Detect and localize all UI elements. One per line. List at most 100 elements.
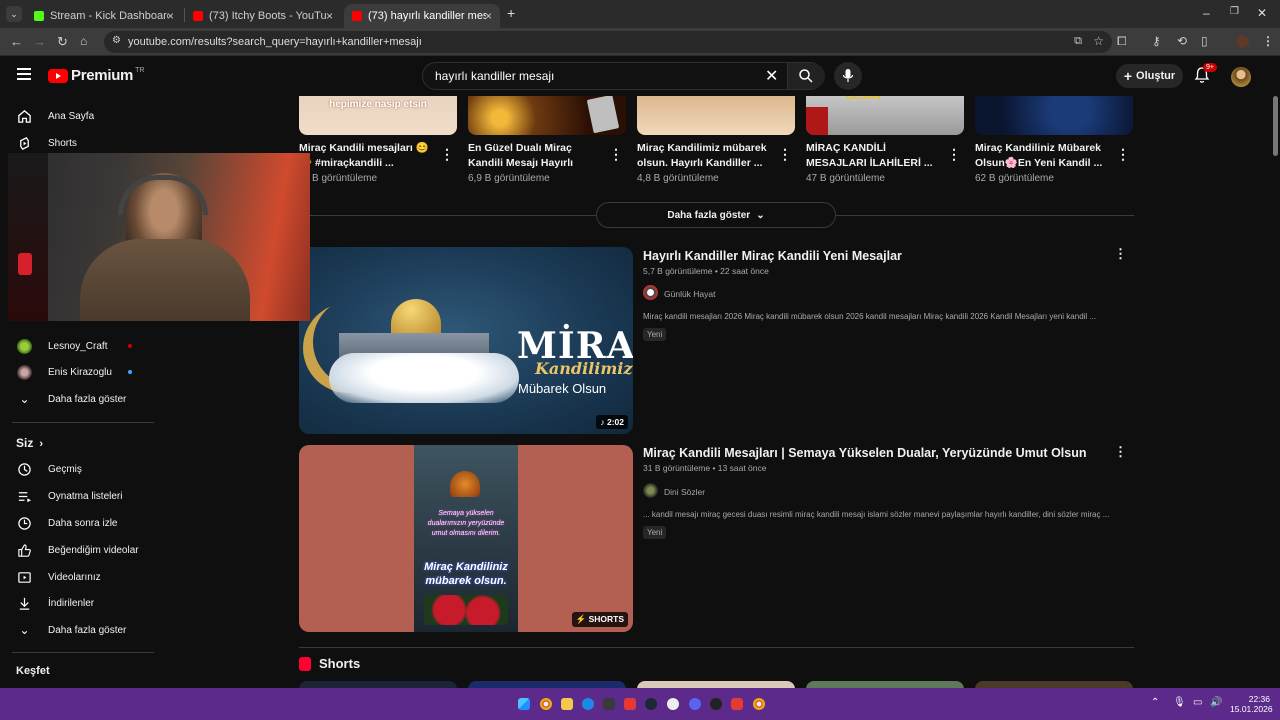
account-avatar[interactable] [1231, 67, 1251, 87]
forward-icon[interactable]: → [33, 34, 46, 49]
short-thumbnail[interactable] [299, 681, 457, 688]
history-browser-icon[interactable]: ⟲ [1177, 34, 1187, 48]
card-title[interactable]: En Güzel Dualı Miraç Kandili Mesajı Hayı… [468, 141, 598, 171]
store-icon[interactable] [603, 698, 615, 710]
card-menu-icon[interactable]: ⋮ [947, 146, 961, 163]
card-title[interactable]: Miraç Kandilimiz mübarek olsun. Hayırlı … [637, 141, 767, 171]
card-title[interactable]: Miraç Kandiliniz Mübarek Olsun🌸En Yeni K… [975, 141, 1105, 171]
sidebar-item-sub-enis[interactable]: Enis Kirazoglu [0, 359, 160, 385]
channel-avatar[interactable] [643, 285, 658, 300]
profile-avatar[interactable] [1236, 35, 1249, 48]
install-app-icon[interactable]: ⧉ [1074, 35, 1082, 48]
tab-kick-dashboard[interactable]: Stream - Kick Dashboard × [26, 4, 182, 28]
card-menu-icon[interactable]: ⋮ [778, 146, 792, 163]
sidebar-section-you[interactable]: Siz › [16, 436, 43, 450]
sidebar-label: Lesnoy_Craft [48, 340, 108, 352]
extensions-icon[interactable]: ⧠ [1117, 34, 1127, 49]
card-thumbnail[interactable]: hepimize nasip etsin [299, 93, 457, 135]
sidebar-item-downloads[interactable]: İndirilenler [0, 590, 160, 616]
voice-search-button[interactable] [834, 62, 862, 90]
tray-monitor-icon[interactable]: ▭ [1193, 697, 1202, 708]
discord-icon[interactable] [689, 698, 701, 710]
short-thumbnail[interactable] [806, 681, 964, 688]
tab-active-search[interactable]: (73) hayırlı kandiller mesajı - You × [344, 4, 500, 28]
hamburger-menu-icon[interactable] [17, 68, 31, 80]
short-thumbnail[interactable] [975, 681, 1133, 688]
sidebar-item-sub-lesnoy[interactable]: Lesnoy_Craft [0, 333, 160, 359]
edge-icon[interactable] [582, 698, 594, 710]
show-more-button[interactable]: Daha fazla göster ⌄ [596, 202, 836, 228]
obs-icon[interactable] [667, 698, 679, 710]
new-tab-button[interactable]: + [507, 5, 515, 21]
sidebar-item-playlists[interactable]: Oynatma listeleri [0, 483, 160, 509]
chrome-taskbar-icon[interactable] [540, 698, 552, 710]
file-explorer-icon[interactable] [561, 698, 573, 710]
tray-mic-icon[interactable]: 🎙 [1173, 697, 1186, 708]
sidebar-item-home[interactable]: Ana Sayfa [0, 103, 160, 129]
card-thumbnail[interactable] [975, 93, 1133, 135]
tray-chevron-icon[interactable]: ⌃ [1151, 697, 1159, 708]
sidebar-item-you-more[interactable]: ⌄ Daha fazla göster [0, 617, 160, 643]
minimize-icon[interactable]: – [1203, 6, 1210, 20]
start-menu-icon[interactable] [518, 698, 530, 710]
close-tab-icon[interactable]: × [485, 9, 492, 23]
search-input[interactable] [435, 66, 755, 86]
card-menu-icon[interactable]: ⋮ [1116, 146, 1130, 163]
close-tab-icon[interactable]: × [326, 9, 333, 23]
video-thumbnail[interactable]: MİRAÇ Kandilimiz Mübarek Olsun ♪ 2:02 [299, 247, 633, 434]
card-menu-icon[interactable]: ⋮ [609, 146, 623, 163]
short-thumbnail[interactable] [468, 681, 626, 688]
maximize-icon[interactable]: ❐ [1230, 6, 1239, 17]
channel-name[interactable]: Günlük Hayat [664, 289, 716, 299]
search-button[interactable] [787, 63, 825, 89]
short-thumbnail[interactable] [637, 681, 795, 688]
video-description: ... kandil mesajı miraç gecesi duası res… [643, 510, 1110, 519]
card-thumbnail[interactable] [468, 93, 626, 135]
sidepanel-icon[interactable]: ▯ [1201, 34, 1208, 48]
password-key-icon[interactable]: ⚷ [1152, 34, 1161, 48]
video-menu-icon[interactable]: ⋮ [1114, 444, 1127, 460]
video-title[interactable]: Miraç Kandili Mesajları | Semaya Yüksele… [643, 446, 1086, 460]
system-clock[interactable]: 22:36 15.01.2026 [1230, 694, 1273, 714]
chrome-taskbar-icon[interactable] [753, 698, 765, 710]
card-title[interactable]: MİRAÇ KANDİLİ MESAJLARI İLAHİLERİ ... [806, 141, 936, 171]
home-browser-icon[interactable]: ⌂ [80, 34, 87, 48]
back-icon[interactable]: ← [10, 34, 23, 49]
sidebar-label: İndirilenler [48, 597, 95, 609]
site-info-icon[interactable]: ⚙ [112, 35, 121, 46]
browser-menu-icon[interactable]: ⋮ [1262, 34, 1274, 48]
app-icon[interactable] [710, 698, 722, 710]
scrollbar-thumb[interactable] [1273, 96, 1278, 156]
reload-icon[interactable]: ↻ [57, 34, 68, 50]
sidebar-item-liked[interactable]: Beğendiğim videolar [0, 537, 160, 563]
card-thumbnail[interactable]: OLSUN [806, 93, 964, 135]
video-title[interactable]: Hayırlı Kandiller Miraç Kandili Yeni Mes… [643, 249, 902, 263]
card-thumbnail[interactable] [637, 93, 795, 135]
clear-search-icon[interactable]: ✕ [765, 66, 778, 86]
app-icon[interactable] [731, 698, 743, 710]
steam-icon[interactable] [645, 698, 657, 710]
close-tab-icon[interactable]: × [167, 9, 174, 23]
sidebar-item-history[interactable]: Geçmiş [0, 456, 160, 482]
sidebar-item-subs-more[interactable]: ⌄ Daha fazla göster [0, 386, 160, 412]
youtube-taskbar-icon[interactable] [624, 698, 636, 710]
tray-volume-icon[interactable]: 🔊 [1210, 697, 1222, 708]
close-window-icon[interactable]: ✕ [1257, 6, 1267, 20]
duration-text: 2:02 [606, 417, 624, 427]
url-text[interactable]: youtube.com/results?search_query=hayırlı… [128, 36, 422, 48]
sidebar-item-your-videos[interactable]: Videolarınız [0, 564, 160, 590]
channel-avatar[interactable] [643, 483, 658, 498]
tab-search-icon[interactable]: ⌄ [6, 6, 22, 22]
create-button[interactable]: + Oluştur [1116, 64, 1183, 88]
tab-itchy-boots[interactable]: (73) Itchy Boots - YouTube × [185, 4, 341, 28]
video-thumbnail[interactable]: Semaya yükselen dualarımızın yeryüzünde … [299, 445, 633, 632]
card-menu-icon[interactable]: ⋮ [440, 146, 454, 163]
video-menu-icon[interactable]: ⋮ [1114, 246, 1127, 262]
channel-name[interactable]: Dini Sözler [664, 487, 705, 497]
bookmark-star-icon[interactable]: ☆ [1093, 34, 1104, 48]
url-bar[interactable]: ⚙ youtube.com/results?search_query=hayır… [104, 31, 1112, 53]
search-box[interactable]: ✕ [422, 62, 825, 90]
card-title[interactable]: Miraç Kandili mesajları 😊 👐 #miraçkandil… [299, 141, 429, 171]
youtube-premium-logo[interactable]: Premium TR [48, 67, 144, 84]
sidebar-item-watch-later[interactable]: Daha sonra izle [0, 510, 160, 536]
